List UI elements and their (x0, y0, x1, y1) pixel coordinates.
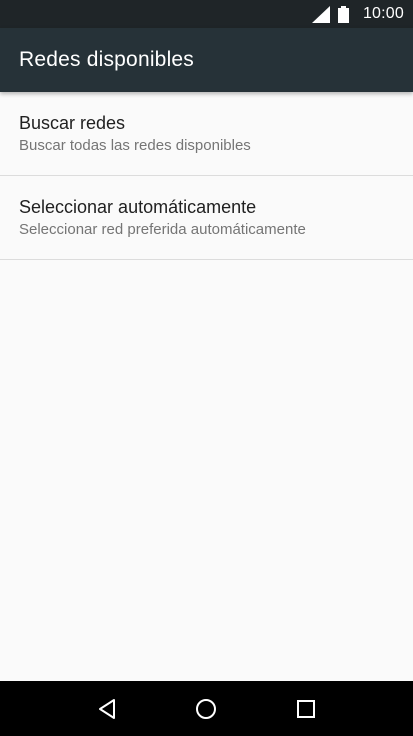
settings-list: Buscar redes Buscar todas las redes disp… (0, 92, 413, 260)
status-time: 10:00 (362, 5, 404, 22)
signal-icon (311, 5, 330, 23)
home-button[interactable] (188, 691, 224, 727)
list-item-title: Buscar redes (19, 112, 126, 133)
home-icon (196, 698, 217, 719)
navigation-bar (0, 681, 413, 736)
list-item-title: Seleccionar automáticamente (19, 196, 257, 217)
list-item-buscar-redes[interactable]: Buscar redes Buscar todas las redes disp… (0, 92, 413, 176)
list-item-seleccionar-automaticamente[interactable]: Seleccionar automáticamente Seleccionar … (0, 176, 413, 260)
list-item-subtitle: Buscar todas las redes disponibles (19, 136, 251, 154)
recents-icon (297, 699, 316, 718)
app-bar: Redes disponibles (0, 28, 413, 92)
page-title: Redes disponibles (19, 48, 195, 71)
battery-icon (337, 5, 349, 23)
back-button[interactable] (89, 691, 125, 727)
status-bar: 10:00 (0, 0, 413, 28)
screen: 10:00 Redes disponibles Buscar redes Bus… (0, 0, 413, 736)
recents-button[interactable] (288, 691, 324, 727)
list-item-subtitle: Seleccionar red preferida automáticament… (19, 220, 306, 238)
back-icon (98, 698, 115, 719)
